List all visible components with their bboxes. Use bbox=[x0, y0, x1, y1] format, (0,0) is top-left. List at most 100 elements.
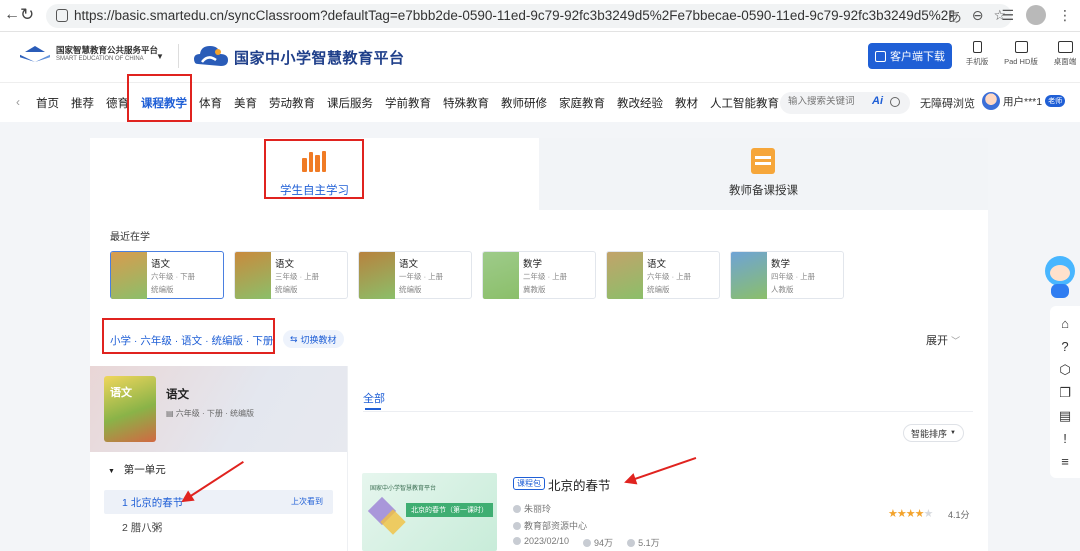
user-name: 用户***1 bbox=[1003, 95, 1043, 108]
nav-item[interactable]: 教改经验 bbox=[617, 95, 663, 111]
recent-grade: 二年级 · 上册 bbox=[523, 272, 568, 281]
logo-en-text: SMART EDUCATION OF CHINA bbox=[56, 56, 144, 62]
recent-grade: 六年级 · 上册 bbox=[647, 272, 692, 281]
side-toolbar: ⌂ ? ⬡ ❐ ▤ ! ≡ bbox=[1050, 306, 1080, 478]
zoom-icon[interactable]: ⊖ bbox=[972, 7, 984, 27]
feedback-icon[interactable]: ! bbox=[1063, 431, 1067, 446]
menu-icon[interactable]: ≡ bbox=[1061, 454, 1069, 469]
recent-subject: 语文 bbox=[647, 259, 667, 270]
filter-tab-all[interactable]: 全部 bbox=[363, 390, 385, 406]
recent-grade: 一年级 · 上册 bbox=[399, 272, 444, 281]
user-icon bbox=[513, 505, 521, 513]
profile-avatar[interactable] bbox=[1026, 5, 1046, 25]
recent-textbook-card[interactable]: 数学 二年级 · 上册 冀教版 bbox=[482, 251, 596, 299]
nav-item[interactable]: 家庭教育 bbox=[559, 95, 605, 111]
ai-search-icon[interactable]: Ai bbox=[872, 95, 883, 107]
nav-item[interactable]: 推荐 bbox=[71, 95, 94, 111]
recent-grade: 四年级 · 上册 bbox=[771, 272, 816, 281]
recent-textbook-card[interactable]: 语文 六年级 · 下册 统编版 bbox=[110, 251, 224, 299]
nav-item[interactable]: 人工智能教育 bbox=[710, 95, 779, 111]
device-mobile[interactable]: 手机版 bbox=[960, 41, 994, 67]
resource-title[interactable]: 北京的春节 bbox=[548, 475, 611, 494]
nav-scroll-left-icon[interactable]: ‹ bbox=[16, 95, 20, 109]
favorites-bar-icon[interactable]: ☰ bbox=[1001, 7, 1014, 24]
assistant-mascot[interactable] bbox=[1043, 256, 1077, 298]
address-bar[interactable]: https://basic.smartedu.cn/syncClassroom?… bbox=[46, 4, 1012, 28]
org-icon bbox=[513, 522, 521, 530]
site-title[interactable]: 国家中小学智慧教育平台 bbox=[234, 47, 405, 68]
resource-thumbnail[interactable]: 国家中小学智慧教育平台 北京的春节（第一课时） bbox=[362, 473, 497, 551]
unit-title: 第一单元 bbox=[123, 464, 166, 476]
rating-score: 4.1分 bbox=[948, 510, 970, 520]
recent-textbook-card[interactable]: 数学 四年级 · 上册 人教版 bbox=[730, 251, 844, 299]
device-desktop[interactable]: 桌面端 bbox=[1048, 41, 1080, 67]
recent-textbook-card[interactable]: 语文 六年级 · 上册 统编版 bbox=[606, 251, 720, 299]
user-menu[interactable]: 用户***1 老师 bbox=[982, 92, 1066, 110]
nav-item[interactable]: 特殊教育 bbox=[443, 95, 489, 111]
thumbs-up-icon bbox=[627, 539, 636, 547]
recent-cover bbox=[607, 252, 643, 299]
home-icon[interactable]: ⌂ bbox=[1061, 316, 1069, 331]
document-icon[interactable]: ▤ bbox=[1059, 408, 1071, 423]
help-icon[interactable]: ? bbox=[1061, 339, 1068, 354]
nav-item[interactable]: 美育 bbox=[234, 95, 257, 111]
user-role-badge: 老师 bbox=[1045, 95, 1066, 107]
author-name: 朱丽玲 bbox=[524, 504, 552, 514]
nav-item[interactable]: 劳动教育 bbox=[269, 95, 315, 111]
nav-scroll-right-icon[interactable]: › bbox=[761, 95, 765, 109]
search-input[interactable] bbox=[788, 96, 868, 107]
nav-item[interactable]: 教师研修 bbox=[501, 95, 547, 111]
back-icon[interactable]: ← bbox=[4, 6, 20, 24]
search-icon[interactable] bbox=[890, 97, 900, 107]
star-icon: ★ bbox=[896, 508, 907, 520]
platform-switch-caret-icon[interactable]: ▼ bbox=[156, 52, 164, 61]
active-tab-underline bbox=[365, 408, 381, 410]
lesson-item[interactable]: 2 腊八粥 bbox=[122, 520, 162, 535]
cube-icon[interactable]: ⬡ bbox=[1059, 362, 1070, 377]
recent-edition: 人教版 bbox=[771, 285, 794, 294]
recent-textbook-card[interactable]: 语文 一年级 · 上册 统编版 bbox=[358, 251, 472, 299]
phone-icon bbox=[972, 41, 982, 53]
nav-item[interactable]: 课后服务 bbox=[327, 95, 373, 111]
lesson-item[interactable]: 1 北京的春节 上次看到 bbox=[104, 490, 333, 514]
lesson-label: 2 腊八粥 bbox=[122, 522, 163, 534]
textbook-subject: 语文 bbox=[166, 389, 189, 401]
client-download-label: 客户端下载 bbox=[890, 51, 945, 63]
switch-textbook-button[interactable]: ⇆ 切换教材 bbox=[283, 330, 344, 348]
client-download-button[interactable]: 客户端下载 bbox=[868, 43, 952, 69]
resource-date: 2023/02/10 bbox=[524, 536, 570, 546]
nav-item[interactable]: 德育 bbox=[106, 95, 129, 111]
switch-textbook-label: 切换教材 bbox=[300, 334, 337, 345]
recent-edition: 统编版 bbox=[151, 285, 174, 294]
nav-item[interactable]: 学前教育 bbox=[385, 95, 431, 111]
site-info-icon[interactable] bbox=[56, 9, 68, 22]
recent-subject: 语文 bbox=[151, 259, 171, 270]
recent-cover bbox=[111, 252, 147, 299]
resource-type-tag: 课程包 bbox=[513, 477, 545, 490]
unit-toggle[interactable]: ▼ 第一单元 bbox=[108, 462, 166, 477]
tab-teacher-prep[interactable]: 教师备课授课 bbox=[539, 138, 988, 210]
sort-label: 智能排序 bbox=[911, 428, 948, 439]
copy-icon[interactable]: ❐ bbox=[1059, 385, 1071, 400]
recent-cover bbox=[359, 252, 395, 299]
translate-icon[interactable]: あ bbox=[948, 7, 962, 27]
device-pad[interactable]: Pad HD版 bbox=[1004, 41, 1038, 67]
platform-logo[interactable]: 国家智慧教育公共服务平台 SMART EDUCATION OF CHINA bbox=[20, 46, 158, 64]
more-menu-icon[interactable]: ⋮ bbox=[1058, 7, 1072, 24]
nav-item[interactable]: 首页 bbox=[36, 95, 59, 111]
nav-item[interactable]: 教材 bbox=[675, 95, 698, 111]
recent-textbook-card[interactable]: 语文 三年级 · 上册 统编版 bbox=[234, 251, 348, 299]
results-divider bbox=[363, 411, 973, 412]
textbook-cover: 语文 bbox=[104, 376, 156, 442]
expand-toggle[interactable]: 展开 ﹀ bbox=[926, 332, 960, 348]
resource-author: 朱丽玲 bbox=[513, 502, 551, 515]
reload-icon[interactable]: ↻ bbox=[20, 5, 34, 25]
device-mobile-label: 手机版 bbox=[965, 57, 989, 66]
nav-item[interactable]: 体育 bbox=[199, 95, 222, 111]
search-box: Ai bbox=[780, 92, 910, 114]
user-avatar bbox=[982, 92, 1000, 110]
tablet-icon bbox=[1014, 41, 1028, 53]
sort-dropdown[interactable]: 智能排序 ▼ bbox=[903, 424, 964, 442]
url-text[interactable]: https://basic.smartedu.cn/syncClassroom?… bbox=[74, 8, 954, 23]
accessibility-link[interactable]: 无障碍浏览 bbox=[920, 95, 975, 111]
